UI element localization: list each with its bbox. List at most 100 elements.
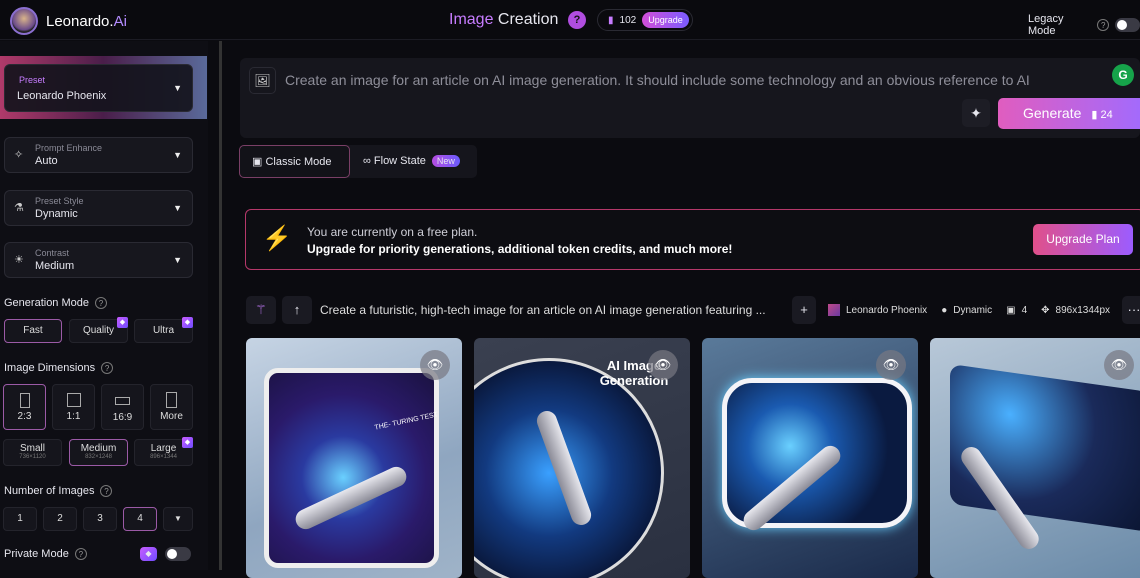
image-dimensions-heading: Image Dimensions? xyxy=(4,362,114,374)
preset-style-dropdown[interactable]: ⚗ Preset Style Dynamic ▼ xyxy=(4,190,193,226)
plus-icon[interactable]: + xyxy=(792,296,816,324)
sparkle-icon: ✧ xyxy=(14,149,24,161)
sun-icon: ☀ xyxy=(14,254,24,266)
chevron-down-icon: ▼ xyxy=(173,203,182,213)
generate-cost: ▮ 24 xyxy=(1091,109,1113,121)
generation-mode-label: Generation Mode xyxy=(4,297,89,309)
generate-label: Generate xyxy=(1023,105,1082,121)
logo[interactable]: Leonardo.Ai xyxy=(10,7,127,35)
token-balance: ▮ 102 Upgrade xyxy=(597,9,693,31)
logo-avatar xyxy=(10,7,38,35)
drop-icon: ● xyxy=(941,304,948,316)
count-4[interactable]: 4 xyxy=(123,507,157,531)
mode-quality[interactable]: Quality ◆ xyxy=(69,317,128,343)
size-small[interactable]: Small 736×1120 xyxy=(3,439,62,466)
classic-mode-icon: ▣ xyxy=(252,156,266,168)
sidebar-scrollbar[interactable] xyxy=(219,41,222,570)
sparkle-icon[interactable]: ✦ xyxy=(962,99,990,127)
ratio-label: 2:3 xyxy=(17,411,32,422)
size-dims: 832×1248 xyxy=(85,454,112,460)
logo-ai: Ai xyxy=(113,12,127,30)
ratio-label: 1:1 xyxy=(66,411,81,422)
screen-graphic xyxy=(950,363,1140,533)
arrow-up-icon[interactable]: ↑ xyxy=(282,296,312,324)
mode-fast[interactable]: Fast xyxy=(4,319,62,343)
eye-icon[interactable]: 👁 xyxy=(648,350,678,380)
new-badge: New xyxy=(431,155,460,167)
image-count: 4 xyxy=(1021,304,1028,316)
size-name: Small xyxy=(19,443,45,454)
images-icon: ▣ xyxy=(1006,304,1016,316)
private-mode-label: Private Mode xyxy=(4,548,69,560)
preset-dropdown[interactable]: Preset Leonardo Phoenix ▼ xyxy=(4,64,193,112)
size-large[interactable]: Large 896×1344 ◆ xyxy=(134,437,193,466)
infinity-icon: ∞ xyxy=(363,155,374,167)
count-3[interactable]: 3 xyxy=(83,507,117,531)
generated-image[interactable]: THE- TURING TEST 👁 xyxy=(246,338,462,578)
gem-icon: ◆ xyxy=(117,317,128,328)
image-dimensions-label: Image Dimensions xyxy=(4,362,96,374)
number-of-images-heading: Number of Images? xyxy=(4,485,113,497)
grammarly-icon[interactable]: G xyxy=(1112,64,1134,86)
generated-image[interactable]: AI Image Generation 👁 xyxy=(474,338,690,578)
mode-tabs: ▣ Classic Mode ∞ Flow State New xyxy=(239,145,477,178)
generation-prompt[interactable]: Create a futuristic, high-tech image for… xyxy=(320,296,766,324)
generated-image[interactable]: 👁 xyxy=(930,338,1140,578)
classic-mode-label: Classic Mode xyxy=(265,156,332,168)
count-more-dropdown[interactable]: ▼ xyxy=(163,507,193,531)
token-count: 102 xyxy=(619,14,637,26)
chevron-down-icon: ▼ xyxy=(173,150,182,160)
cost-value: 24 xyxy=(1100,109,1113,121)
contrast-dropdown[interactable]: ☀ Contrast Medium ▼ xyxy=(4,242,193,278)
size-medium[interactable]: Medium 832×1248 xyxy=(69,439,128,466)
mode-ultra-label: Ultra xyxy=(152,325,175,336)
square-icon xyxy=(66,393,81,407)
preset-value: Leonardo Phoenix xyxy=(17,90,107,102)
mode-quality-label: Quality xyxy=(82,325,115,336)
private-mode-toggle[interactable] xyxy=(165,547,191,561)
ratio-1-1[interactable]: 1:1 xyxy=(52,384,95,430)
private-mode-heading: Private Mode? xyxy=(4,548,87,560)
ratio-16-9[interactable]: 16:9 xyxy=(101,384,144,430)
lightning-icon: ⚡ xyxy=(262,225,292,252)
title-creation: Creation xyxy=(497,11,559,28)
help-icon[interactable]: ? xyxy=(95,297,107,309)
eye-icon[interactable]: 👁 xyxy=(876,350,906,380)
help-icon[interactable]: ? xyxy=(74,548,87,560)
flow-state-label: Flow State xyxy=(373,155,426,167)
help-icon[interactable]: ? xyxy=(1097,19,1110,31)
help-icon[interactable]: ? xyxy=(100,485,113,497)
upgrade-button[interactable]: Upgrade xyxy=(642,12,689,28)
generate-button[interactable]: Generate ▮ 24 xyxy=(998,98,1140,129)
more-options-icon[interactable]: ··· xyxy=(1122,296,1140,324)
chevron-down-icon: ▼ xyxy=(173,255,182,265)
prompt-enhance-dropdown[interactable]: ✧ Prompt Enhance Auto ▼ xyxy=(4,137,193,173)
upgrade-plan-button[interactable]: Upgrade Plan xyxy=(1033,224,1133,255)
ratio-more[interactable]: More xyxy=(150,384,193,430)
eye-icon[interactable]: 👁 xyxy=(420,350,450,380)
screen-graphic xyxy=(264,368,439,568)
legacy-mode-toggle[interactable] xyxy=(1115,18,1140,32)
prompt-input[interactable]: Create an image for an article on AI ima… xyxy=(285,72,1030,88)
size-name: Medium xyxy=(80,443,117,454)
ratio-2-3[interactable]: 2:3 xyxy=(3,384,46,430)
count-1[interactable]: 1 xyxy=(3,507,37,531)
help-icon[interactable]: ? xyxy=(101,362,114,374)
preset-style-value: Dynamic xyxy=(35,208,78,220)
contrast-value: Medium xyxy=(35,260,75,272)
eye-icon[interactable]: 👁 xyxy=(1104,350,1134,380)
more-ratios-icon xyxy=(166,392,177,408)
help-icon[interactable]: ? xyxy=(568,11,586,29)
generated-image[interactable]: 👁 xyxy=(702,338,918,578)
model-name: Leonardo Phoenix xyxy=(846,304,928,316)
count-2[interactable]: 2 xyxy=(43,507,77,531)
page-title: Image Creation xyxy=(449,11,558,29)
mode-ultra[interactable]: Ultra ◆ xyxy=(134,317,193,343)
tab-classic-mode[interactable]: ▣ Classic Mode xyxy=(239,145,350,178)
tab-flow-state[interactable]: ∞ Flow State New xyxy=(351,145,460,178)
top-bar: Leonardo.Ai Image Creation ? ▮ 102 Upgrade… xyxy=(0,0,1140,40)
legacy-mode-label: Legacy Mode xyxy=(1028,13,1064,37)
image-guidance-icon[interactable]: 🖼 xyxy=(249,67,276,94)
remix-icon[interactable]: ⚚ xyxy=(246,296,276,324)
generation-meta: Leonardo Phoenix ● Dynamic ▣ 4 ✥ 896x1344px xyxy=(828,296,1110,324)
